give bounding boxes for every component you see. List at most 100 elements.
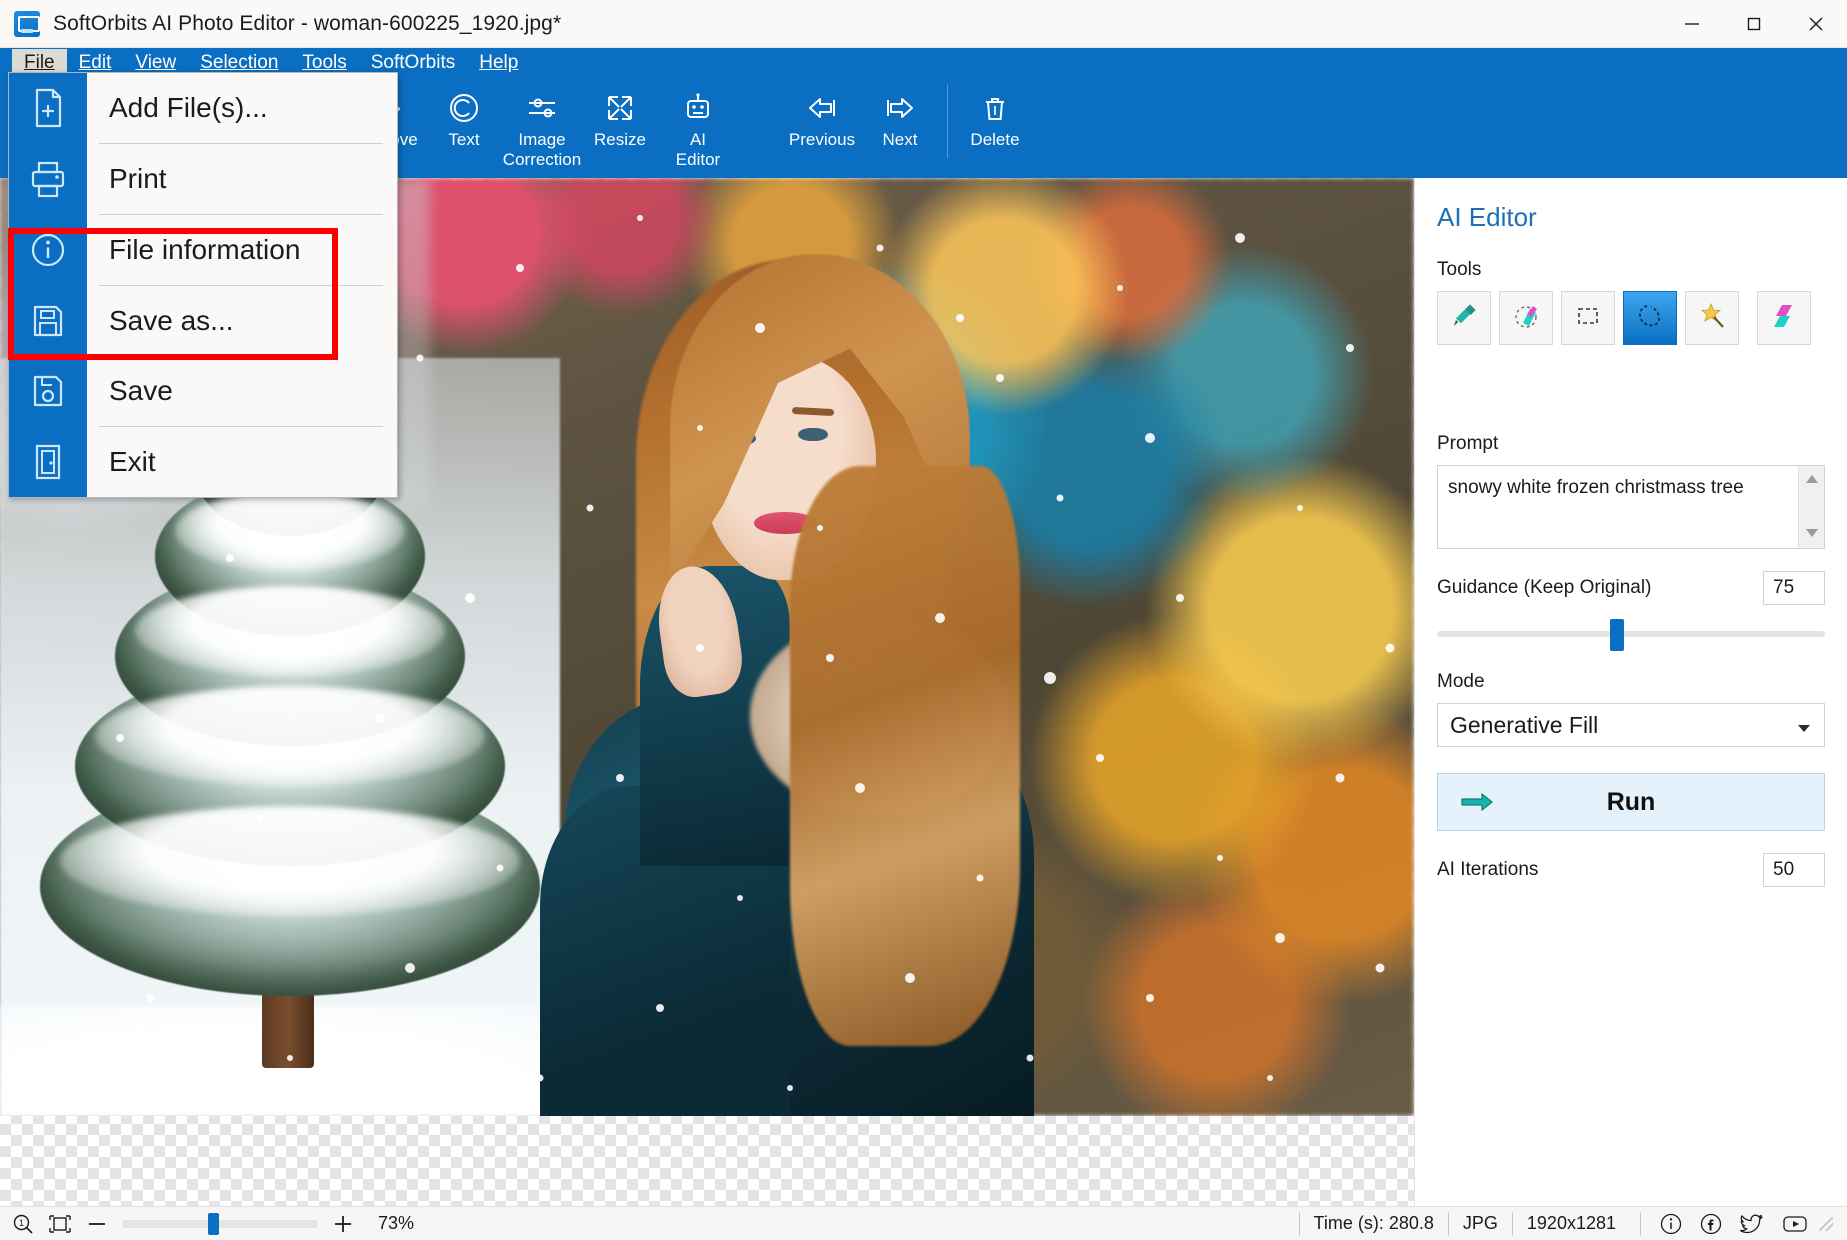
- zoom-in-button[interactable]: [332, 1213, 354, 1235]
- twitter-icon[interactable]: [1739, 1212, 1765, 1236]
- arrow-left-icon: [802, 86, 842, 130]
- toolbar-previous-button[interactable]: Previous: [783, 78, 861, 150]
- arrow-right-icon: [880, 86, 920, 130]
- file-menu-item-exit[interactable]: Exit: [9, 427, 397, 497]
- file-menu-file-information-label: File information: [87, 215, 397, 285]
- close-button[interactable]: [1785, 0, 1847, 48]
- menu-tools-label: Tools: [302, 51, 347, 73]
- tool-fill-shape-button[interactable]: [1757, 291, 1811, 345]
- file-menu-item-save-as[interactable]: Save as...: [9, 286, 397, 356]
- scroll-down-icon[interactable]: [1805, 525, 1819, 543]
- guidance-label: Guidance (Keep Original): [1437, 577, 1652, 598]
- zoom-slider[interactable]: [122, 1212, 318, 1235]
- info-circle-icon[interactable]: [1659, 1212, 1683, 1236]
- status-bar: 1 73% Time (s): 280.8 JPG 1920x1281: [0, 1206, 1847, 1240]
- save-icon: [9, 356, 87, 426]
- toolbar-text-label: Text: [448, 130, 480, 149]
- toolbar-text-button[interactable]: Text: [425, 78, 503, 150]
- chevron-down-icon[interactable]: [1796, 712, 1812, 739]
- file-menu-item-file-information[interactable]: File information: [9, 215, 397, 285]
- fit-screen-icon[interactable]: [48, 1213, 72, 1235]
- toolbar-resize-button[interactable]: Resize: [581, 78, 659, 150]
- panel-title: AI Editor: [1437, 202, 1537, 232]
- mode-select[interactable]: Generative Fill: [1437, 703, 1825, 747]
- file-add-icon: [9, 73, 87, 143]
- copyright-icon: [444, 86, 484, 130]
- toolbar-image-correction-label: Image Correction: [502, 130, 582, 169]
- status-dimensions: 1920x1281: [1511, 1211, 1630, 1236]
- tools-label: Tools: [1437, 259, 1482, 280]
- exit-door-icon: [9, 427, 87, 497]
- zoom-one-icon[interactable]: 1: [12, 1213, 34, 1235]
- tree-snow-2: [95, 686, 485, 786]
- youtube-icon[interactable]: [1781, 1212, 1809, 1236]
- printer-icon: [9, 144, 87, 214]
- facebook-icon[interactable]: [1699, 1212, 1723, 1236]
- toolbar-delete-label: Delete: [970, 130, 1020, 149]
- expand-arrows-icon: [600, 86, 640, 130]
- menu-help[interactable]: Help: [467, 49, 530, 78]
- status-format: JPG: [1447, 1211, 1512, 1236]
- application-window: SoftOrbits AI Photo Editor - woman-60022…: [0, 0, 1847, 1240]
- file-menu-item-save[interactable]: Save: [9, 356, 397, 426]
- file-menu-exit-label: Exit: [87, 427, 397, 497]
- title-bar: SoftOrbits AI Photo Editor - woman-60022…: [0, 0, 1847, 48]
- prompt-label: Prompt: [1437, 433, 1499, 454]
- iterations-value-input[interactable]: 50: [1763, 853, 1825, 887]
- toolbar-image-correction-button[interactable]: Image Correction: [503, 78, 581, 170]
- file-menu-dropdown: Add File(s)... Print File information Sa…: [8, 72, 398, 498]
- file-menu-item-add-files[interactable]: Add File(s)...: [9, 73, 397, 143]
- prompt-scrollbar[interactable]: [1798, 466, 1824, 548]
- file-menu-item-print[interactable]: Print: [9, 144, 397, 214]
- tool-magic-wand-button[interactable]: [1685, 291, 1739, 345]
- guidance-value-input[interactable]: 75: [1763, 571, 1825, 605]
- prompt-value[interactable]: snowy white frozen christmass tree: [1438, 466, 1824, 500]
- tree-snow-4: [175, 491, 405, 571]
- fill-shape-icon: [1769, 301, 1799, 336]
- status-info-group: Time (s): 280.8 JPG 1920x1281: [1298, 1211, 1847, 1236]
- scroll-up-icon[interactable]: [1805, 471, 1819, 489]
- tool-lasso-select-button[interactable]: [1623, 291, 1677, 345]
- guidance-row: Guidance (Keep Original) 75: [1437, 571, 1825, 605]
- guidance-slider-track[interactable]: [1437, 631, 1825, 637]
- tool-brush-button[interactable]: [1437, 291, 1491, 345]
- menu-selection-label: Selection: [200, 51, 279, 73]
- guidance-slider-thumb[interactable]: [1609, 619, 1624, 651]
- save-as-icon: [9, 286, 87, 356]
- prompt-input[interactable]: snowy white frozen christmass tree: [1437, 465, 1825, 549]
- tree-snow-3: [135, 586, 445, 676]
- toolbar-resize-label: Resize: [594, 130, 646, 149]
- toolbar-next-label: Next: [882, 130, 918, 149]
- woman-subject: [540, 236, 1100, 1116]
- tool-color-eraser-button[interactable]: [1499, 291, 1553, 345]
- mode-selected-value: Generative Fill: [1450, 711, 1599, 738]
- brush-icon: [1449, 301, 1479, 336]
- run-button-label: Run: [1606, 787, 1656, 816]
- tool-rect-select-button[interactable]: [1561, 291, 1615, 345]
- ai-editor-panel: AI Editor Tools Prompt snowy white froze…: [1414, 178, 1847, 1206]
- status-social-icons: [1640, 1211, 1809, 1236]
- svg-text:1: 1: [19, 1218, 24, 1228]
- toolbar-next-button[interactable]: Next: [861, 78, 939, 150]
- file-menu-save-as-label: Save as...: [87, 286, 397, 356]
- trash-icon: [975, 86, 1015, 130]
- run-button[interactable]: Run: [1437, 773, 1825, 831]
- status-time: Time (s): 280.8: [1298, 1211, 1448, 1236]
- file-menu-print-label: Print: [87, 144, 397, 214]
- minimize-button[interactable]: [1661, 0, 1723, 48]
- zoom-slider-thumb[interactable]: [208, 1212, 219, 1235]
- maximize-button[interactable]: [1723, 0, 1785, 48]
- toolbar-delete-button[interactable]: Delete: [956, 78, 1034, 150]
- info-circle-icon: [9, 215, 87, 285]
- guidance-slider[interactable]: [1437, 617, 1825, 651]
- menu-view-label: View: [135, 51, 177, 73]
- toolbar-separator-2: [947, 84, 948, 158]
- file-menu-save-label: Save: [87, 356, 397, 426]
- toolbar-ai-editor-button[interactable]: AI Editor: [659, 78, 737, 170]
- resize-grip[interactable]: [1819, 1216, 1833, 1231]
- rect-select-icon: [1573, 301, 1603, 336]
- window-title: SoftOrbits AI Photo Editor - woman-60022…: [53, 11, 562, 35]
- zoom-out-button[interactable]: [86, 1213, 108, 1235]
- window-controls: [1661, 0, 1847, 48]
- toolbar-previous-label: Previous: [788, 130, 856, 149]
